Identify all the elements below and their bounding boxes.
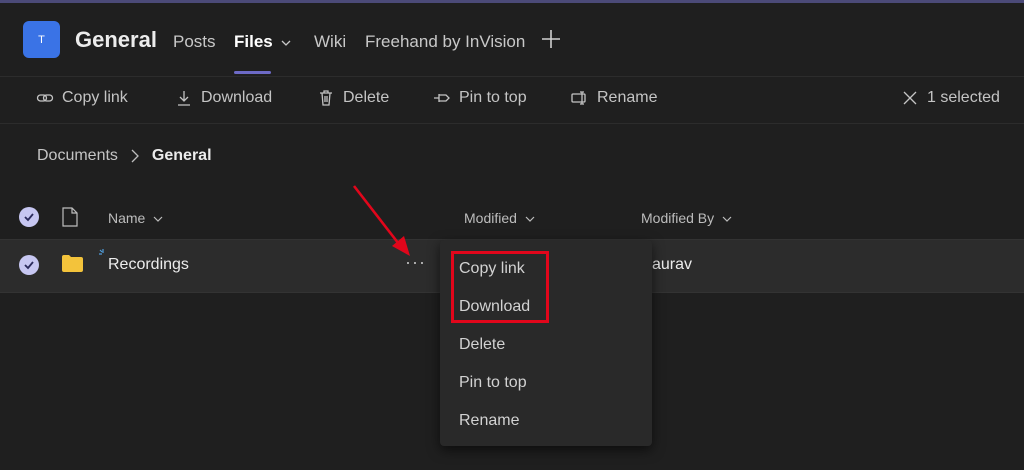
chevron-right-icon [131,149,139,163]
menu-item-delete[interactable]: Delete [459,336,505,354]
file-type-icon [62,207,78,227]
tab-posts[interactable]: Posts [173,32,216,52]
tab-files-label: Files [234,32,273,51]
clear-selection-button[interactable]: 1 selected [901,89,1000,107]
rename-label: Rename [597,89,658,106]
active-tab-indicator [234,71,271,74]
pin-icon [434,94,450,102]
pin-to-top-label: Pin to top [459,89,527,106]
column-modified-by-label: Modified By [641,210,715,226]
chevron-down-icon [722,216,732,222]
checkmark-icon [24,213,34,222]
files-toolbar: Copy link Download Delete Pin to top Ren… [0,76,1024,124]
rename-icon [571,91,586,105]
annotation-highlight-box [451,251,549,323]
add-tab-plus-icon[interactable] [541,29,561,49]
selected-count: 1 selected [927,89,1000,106]
row-name[interactable]: Recordings [108,256,189,274]
delete-button[interactable]: Delete [317,89,389,107]
chevron-down-icon [153,216,163,222]
channel-header: T General Posts Files Wiki Freehand by I… [0,3,1024,76]
breadcrumb-documents[interactable]: Documents [37,147,118,165]
download-label: Download [201,89,273,106]
table-header: Name Modified Modified By [0,196,1024,238]
chevron-down-icon [525,216,535,222]
breadcrumb-general: General [151,147,212,164]
breadcrumb: Documents General [37,147,212,165]
tab-wiki[interactable]: Wiki [314,32,346,52]
download-icon [178,91,190,106]
column-header-name[interactable]: Name [108,210,163,226]
pin-to-top-button[interactable]: Pin to top [433,89,527,107]
menu-item-pin-to-top[interactable]: Pin to top [459,374,527,392]
trash-icon [320,90,332,106]
column-name-label: Name [108,210,146,226]
rename-button[interactable]: Rename [571,89,657,107]
row-checkbox[interactable] [19,255,39,275]
menu-item-rename[interactable]: Rename [459,412,519,430]
copy-link-label: Copy link [62,89,128,106]
team-avatar[interactable]: T [23,21,60,58]
copy-link-button[interactable]: Copy link [36,89,128,107]
close-icon [903,91,917,105]
tab-files[interactable]: Files [234,32,291,52]
checkmark-icon [24,261,34,270]
folder-icon [62,255,83,272]
delete-label: Delete [343,89,390,106]
tab-freehand[interactable]: Freehand by InVision [365,32,525,52]
chevron-down-icon[interactable] [281,39,291,47]
annotation-arrow-icon [352,185,410,256]
select-all-checkbox[interactable] [19,207,39,227]
column-modified-label: Modified [464,210,517,226]
row-modified-by: aurav [652,256,693,273]
download-button[interactable]: Download [175,89,272,107]
column-header-modified[interactable]: Modified [464,210,535,226]
column-header-modified-by[interactable]: Modified By [641,210,732,226]
channel-title: General [75,27,157,52]
link-icon [36,94,54,102]
